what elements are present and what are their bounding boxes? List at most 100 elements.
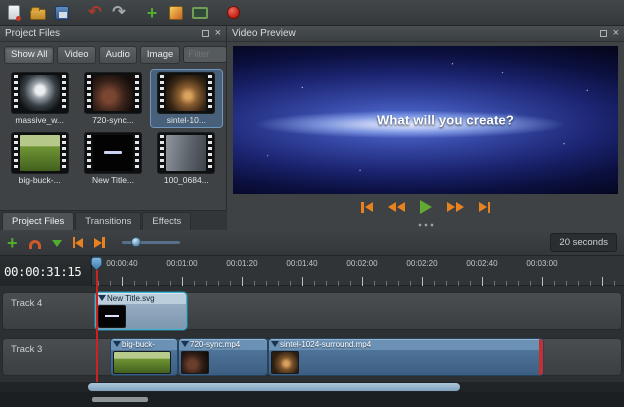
next-marker-icon[interactable] <box>94 237 105 248</box>
file-thumbnail <box>158 133 214 173</box>
fast-forward-icon[interactable] <box>447 202 464 212</box>
file-thumbnail <box>158 73 214 113</box>
add-track-icon[interactable]: + <box>7 234 18 252</box>
fullscreen-icon[interactable] <box>189 2 211 24</box>
clip-label: 720-sync.mp4 <box>190 340 240 349</box>
clip-label: big-buck- <box>122 340 155 349</box>
ruler-label: 00:00:40 <box>106 259 137 268</box>
filter-video-button[interactable]: Video <box>57 46 95 64</box>
close-panel-icon[interactable]: × <box>613 28 619 39</box>
clip-menu-icon[interactable] <box>271 341 279 347</box>
tab-effects[interactable]: Effects <box>142 212 191 230</box>
timeline-toolbar: + 20 seconds <box>0 230 624 256</box>
bottom-scrollbar-thumb[interactable] <box>92 397 148 402</box>
video-preview-screen: What will you create? <box>233 46 618 194</box>
tab-project-files[interactable]: Project Files <box>2 212 74 230</box>
choose-profile-icon[interactable] <box>165 2 187 24</box>
close-panel-icon[interactable]: × <box>215 28 221 39</box>
clip-label: sintel-1024-surround.mp4 <box>280 340 371 349</box>
clip-menu-icon[interactable] <box>181 341 189 347</box>
clip-big-buck[interactable]: big-buck- <box>110 338 178 376</box>
file-thumbnail <box>12 133 68 173</box>
video-preview-title: Video Preview <box>232 28 296 39</box>
filter-row: Show All Video Audio Image <box>0 42 226 66</box>
project-files-panel: Project Files × Show All Video Audio Ima… <box>0 26 227 230</box>
file-name: massive_w... <box>15 115 64 125</box>
ruler-label: 00:01:00 <box>166 259 197 268</box>
timeline-scrollbar[interactable] <box>0 382 624 392</box>
file-item-new-title[interactable]: New Title... <box>77 130 148 187</box>
project-files-title: Project Files <box>5 28 60 39</box>
ruler-label: 00:02:20 <box>406 259 437 268</box>
ruler-label: 00:02:40 <box>466 259 497 268</box>
filter-input[interactable] <box>183 46 227 63</box>
file-item-big-buck[interactable]: big-buck-... <box>4 130 75 187</box>
clip-thumbnail <box>271 351 299 374</box>
zoom-slider[interactable] <box>122 241 180 244</box>
clip-label: New Title.svg <box>107 294 155 303</box>
jump-to-end-icon[interactable] <box>479 202 491 213</box>
tracks-area: Track 4 Track 3 New Title.svg big-buck- … <box>0 286 624 382</box>
file-item-massive[interactable]: massive_w... <box>4 70 75 127</box>
file-name: big-buck-... <box>19 175 61 185</box>
undo-icon[interactable]: ↶ <box>84 2 106 24</box>
track-name: Track 3 <box>11 344 42 355</box>
filter-show-all-button[interactable]: Show All <box>4 46 54 64</box>
redo-icon[interactable]: ↷ <box>108 2 130 24</box>
file-item-sintel[interactable]: sintel-10... <box>151 70 222 127</box>
clip-trim-handle[interactable] <box>539 339 543 375</box>
import-files-icon[interactable]: + <box>141 2 163 24</box>
file-item-720-sync[interactable]: 720-sync... <box>77 70 148 127</box>
filter-audio-button[interactable]: Audio <box>99 46 137 64</box>
video-preview-header: Video Preview × <box>227 26 624 42</box>
file-name: 720-sync... <box>92 115 134 125</box>
file-thumbnail <box>85 73 141 113</box>
jump-to-start-icon[interactable] <box>361 202 373 213</box>
rewind-icon[interactable] <box>388 202 405 212</box>
filter-image-button[interactable]: Image <box>140 46 180 64</box>
window-bottom-strip <box>0 392 624 407</box>
playback-controls <box>227 200 624 214</box>
dock-tab-bar: Project Files Transitions Effects <box>0 210 227 230</box>
clip-new-title[interactable]: New Title.svg <box>95 292 187 330</box>
ruler-label: 00:01:40 <box>286 259 317 268</box>
float-panel-icon[interactable] <box>202 30 209 37</box>
export-video-icon[interactable] <box>222 2 244 24</box>
float-panel-icon[interactable] <box>600 30 607 37</box>
snapping-magnet-icon[interactable] <box>29 236 41 249</box>
file-thumbnail <box>12 73 68 113</box>
file-thumbnail <box>85 133 141 173</box>
current-time-display: 00:00:31:15 <box>0 256 92 286</box>
clip-menu-icon[interactable] <box>98 295 106 301</box>
main-toolbar: ↶ ↷ + <box>0 0 624 26</box>
zoom-slider-thumb[interactable] <box>131 237 141 247</box>
playhead-line <box>96 270 98 382</box>
ruler-strip[interactable]: 00:00:40 00:01:00 00:01:20 00:01:40 00:0… <box>92 256 624 286</box>
clip-menu-icon[interactable] <box>113 341 121 347</box>
file-name: sintel-10... <box>167 115 206 125</box>
timeline-scrollbar-thumb[interactable] <box>88 383 460 391</box>
tab-transitions[interactable]: Transitions <box>75 212 141 230</box>
project-files-header: Project Files × <box>0 26 226 42</box>
new-project-icon[interactable] <box>3 2 25 24</box>
ruler-label: 00:02:00 <box>346 259 377 268</box>
timeline-panel: + 20 seconds 00:00:31:15 00:00:40 00:01:… <box>0 230 624 407</box>
file-name: 100_0684... <box>164 175 209 185</box>
clip-thumbnail <box>181 351 209 374</box>
add-marker-icon[interactable] <box>52 238 62 247</box>
clip-sintel[interactable]: sintel-1024-surround.mp4 <box>268 338 544 376</box>
files-grid: massive_w... 720-sync... sintel-10... bi… <box>0 66 226 191</box>
open-project-icon[interactable] <box>27 2 49 24</box>
track-name: Track 4 <box>11 298 42 309</box>
previous-marker-icon[interactable] <box>73 237 84 248</box>
file-name: New Title... <box>92 175 134 185</box>
timeline-scale-label: 20 seconds <box>550 233 617 252</box>
play-icon[interactable] <box>420 200 432 214</box>
video-overlay-text: What will you create? <box>273 113 618 128</box>
video-preview-panel: Video Preview × What will you create? <box>227 26 624 230</box>
clip-thumbnail <box>113 351 171 374</box>
panel-resize-grip[interactable] <box>418 223 434 227</box>
file-item-100-0684[interactable]: 100_0684... <box>151 130 222 187</box>
save-project-icon[interactable] <box>51 2 73 24</box>
clip-720-sync[interactable]: 720-sync.mp4 <box>178 338 268 376</box>
